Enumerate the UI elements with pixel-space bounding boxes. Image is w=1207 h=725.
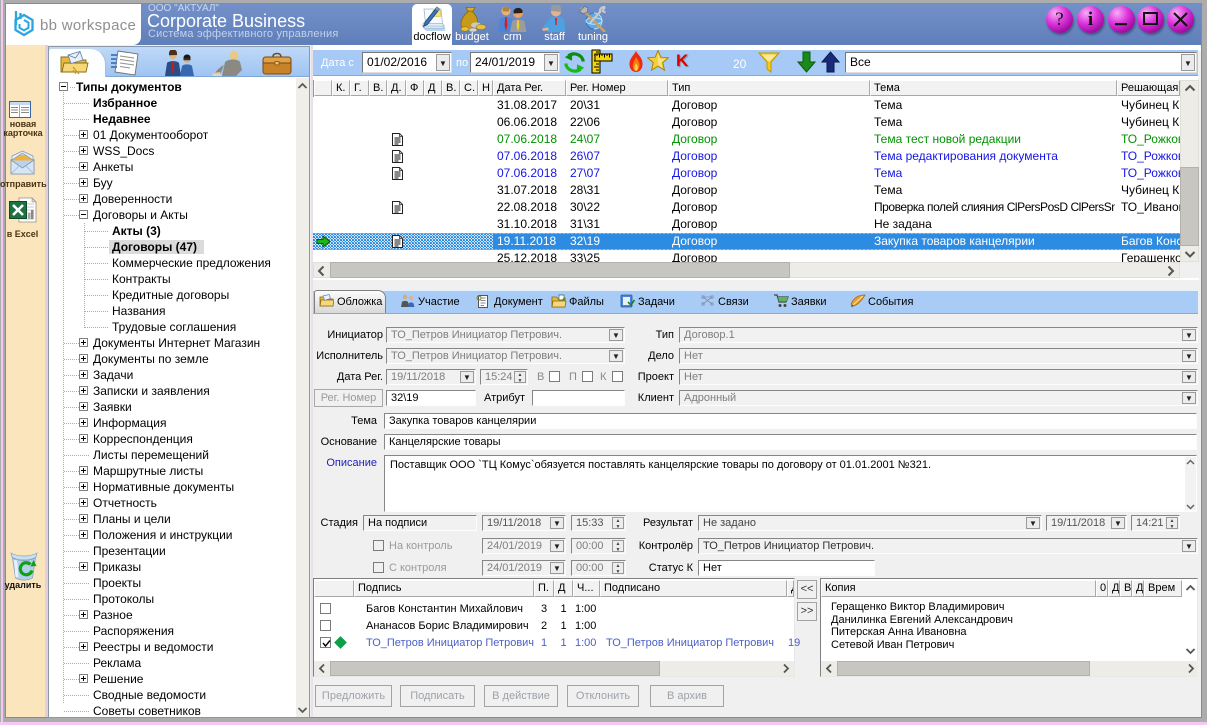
svg-text:i: i xyxy=(1088,9,1093,30)
svg-text:?: ? xyxy=(1055,9,1063,30)
